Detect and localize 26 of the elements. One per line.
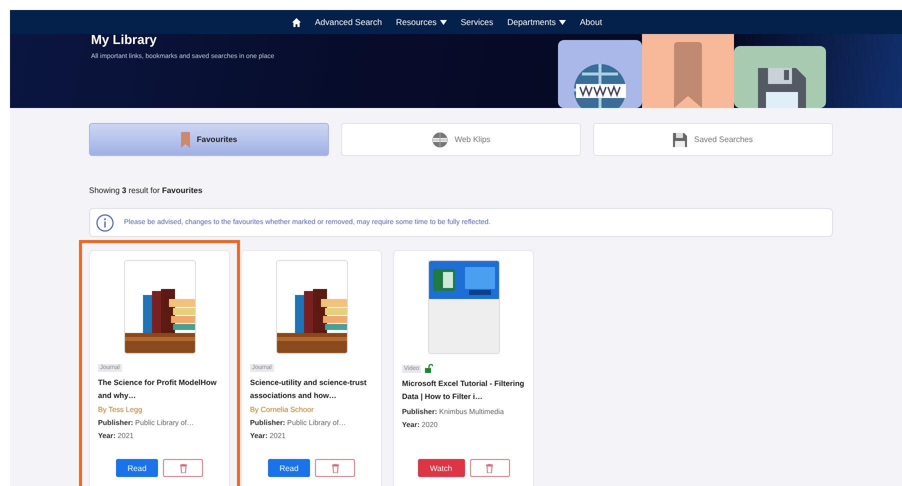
delete-button[interactable] <box>470 459 510 477</box>
nav-link[interactable]: Resources <box>396 17 447 27</box>
caret-icon <box>440 20 447 24</box>
caret-icon <box>558 20 566 24</box>
read-button[interactable]: Read <box>268 459 310 477</box>
home-icon[interactable] <box>292 18 301 26</box>
nav-link[interactable]: Departments <box>507 17 566 27</box>
page-title: My Library <box>91 34 158 48</box>
nav-link[interactable]: Services <box>460 17 494 27</box>
read-button[interactable]: Read <box>116 459 158 477</box>
delete-button[interactable] <box>315 459 355 477</box>
delete-button[interactable] <box>163 459 203 477</box>
trash-icon <box>332 464 338 472</box>
tab[interactable]: Favourites <box>89 123 329 156</box>
globe-icon <box>432 132 448 148</box>
tab[interactable]: Web Klips <box>341 123 581 156</box>
results-summary: Showing 3 result for Favourites <box>89 186 204 195</box>
nav-link[interactable]: Advanced Search <box>314 17 382 27</box>
nav-link[interactable]: About <box>580 17 602 27</box>
info-icon <box>96 214 114 232</box>
bookmark-icon <box>180 132 190 148</box>
trash-icon <box>486 464 493 472</box>
tab[interactable]: Saved Searches <box>593 123 833 156</box>
floppy-icon <box>673 132 688 146</box>
watch-button[interactable]: Watch <box>418 459 464 477</box>
trash-icon <box>180 464 186 472</box>
